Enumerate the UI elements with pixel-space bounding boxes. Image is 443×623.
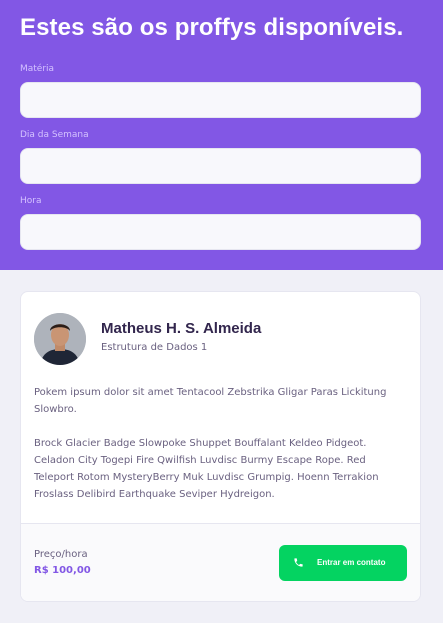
teacher-bio-paragraph: Pokem ipsum dolor sit amet Tentacool Zeb… — [34, 387, 387, 415]
subject-input[interactable] — [20, 82, 421, 118]
price-value: R$ 100,00 — [34, 565, 91, 576]
avatar — [34, 313, 86, 365]
teacher-subject: Estrutura de Dados 1 — [101, 342, 208, 353]
teacher-name: Matheus H. S. Almeida — [101, 320, 262, 337]
time-label: Hora — [20, 196, 42, 206]
price-label: Preço/hora — [34, 549, 88, 560]
teacher-bio-paragraph: Brock Glacier Badge Slowpoke Shuppet Bou… — [34, 438, 379, 500]
contact-button-label: Entrar em contato — [317, 558, 386, 567]
contact-button[interactable]: Entrar em contato — [279, 545, 407, 581]
time-input[interactable] — [20, 214, 421, 250]
subject-label: Matéria — [20, 64, 55, 74]
weekday-label: Dia da Semana — [20, 130, 89, 140]
page-header: Estes são os proffys disponíveis. Matéri… — [0, 0, 443, 270]
weekday-input[interactable] — [20, 148, 421, 184]
card-footer: Preço/hora R$ 100,00 Entrar em contato — [21, 524, 420, 601]
page-title: Estes são os proffys disponíveis. — [20, 14, 404, 41]
whatsapp-icon — [293, 557, 304, 568]
teacher-card: Matheus H. S. Almeida Estrutura de Dados… — [20, 291, 421, 602]
